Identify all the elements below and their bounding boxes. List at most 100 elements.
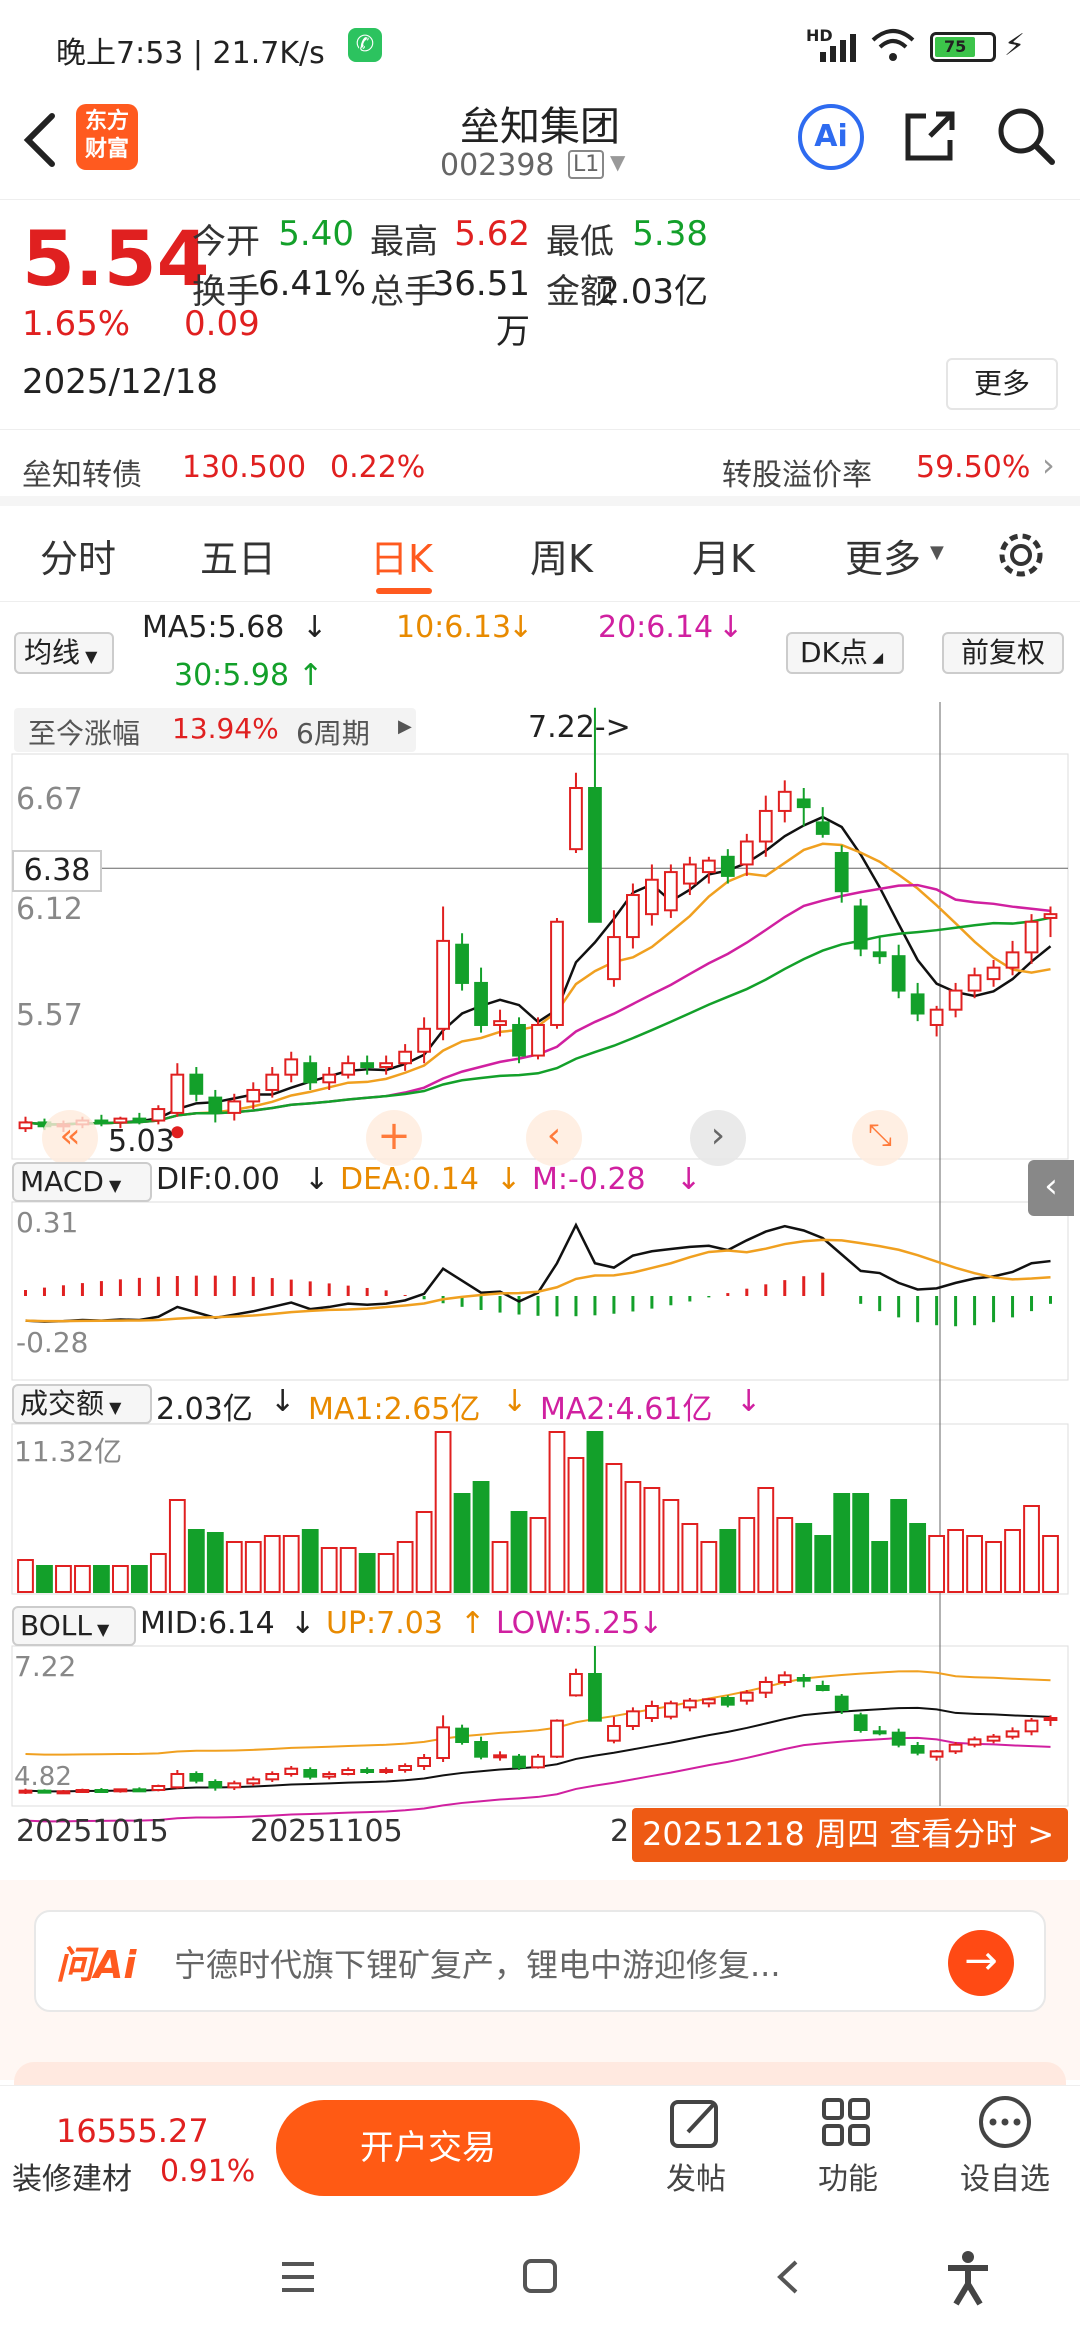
candle-body: [303, 1062, 318, 1084]
candle-body: [815, 821, 830, 835]
ma-selector[interactable]: 均线 ▼: [14, 632, 114, 674]
candle-body: [645, 878, 659, 916]
boll-candle-body: [872, 1730, 887, 1735]
charging-icon: ⚡: [1004, 28, 1026, 63]
volume-value: 2.03亿: [156, 1392, 253, 1427]
back-icon[interactable]: [18, 110, 62, 170]
volume-bar: [548, 1431, 566, 1593]
macd-selector-label: MACD: [20, 1165, 104, 1198]
range-strip[interactable]: 至今涨幅 13.94% 6周期 ▶: [14, 708, 416, 752]
ma-selector-label: 均线: [24, 636, 81, 669]
nav-back-icon[interactable]: [772, 2258, 802, 2296]
candle-body: [948, 989, 963, 1011]
scroll-right-icon[interactable]: ›: [690, 1110, 746, 1166]
boll-candle-body: [796, 1677, 811, 1682]
collapse-panel-icon[interactable]: ‹: [1028, 1160, 1074, 1216]
volume-bar: [472, 1481, 490, 1593]
accessibility-icon[interactable]: [944, 2250, 992, 2306]
tab-monthly-k[interactable]: 月K: [692, 528, 755, 583]
phone-icon: ✆: [348, 28, 382, 62]
home-icon[interactable]: [522, 2258, 558, 2294]
ma-legend: 均线 ▼ MA5:5.68 ↓ 10:6.13 ↓ 20:6.14 ↓ 30:5…: [0, 602, 1080, 702]
boll-selector[interactable]: BOLL ▼: [12, 1606, 136, 1646]
stat-value: 2.03亿: [598, 272, 708, 312]
stat-label: 换手: [192, 272, 260, 312]
volume-bar: [643, 1487, 661, 1593]
more-dots-icon: [979, 2096, 1031, 2148]
code-dropdown-icon[interactable]: ▼: [610, 150, 625, 174]
boll-candle-body: [132, 1788, 147, 1793]
ma10-value: 10:6.13: [396, 610, 512, 645]
dea-arrow: ↓: [496, 1162, 522, 1197]
date-tooltip[interactable]: 20251218 周四 查看分时 >: [632, 1808, 1068, 1862]
boll-candle-body: [75, 1789, 90, 1793]
dif-arrow: ↓: [304, 1162, 330, 1197]
watchlist-button[interactable]: 设自选: [950, 2094, 1060, 2204]
boll-mid: MID:6.14: [140, 1606, 275, 1641]
boll-candle-body: [967, 1738, 982, 1746]
volume-selector[interactable]: 成交额 ▼: [12, 1384, 152, 1424]
candle-body: [853, 905, 868, 950]
tab-intraday[interactable]: 分时: [40, 528, 116, 583]
candle-body: [739, 840, 754, 866]
volume-bar: [282, 1535, 300, 1593]
kline-chart-area[interactable]: 至今涨幅 13.94% 6周期 ▶ 7.22-> 6.67 6.38 6.12 …: [0, 702, 1080, 1862]
trade-button[interactable]: 开户交易: [276, 2100, 580, 2196]
macd-selector[interactable]: MACD ▼: [12, 1162, 152, 1202]
status-bar: 晚上7:53 | 21.7K/s ✆ HD 75 ⚡: [0, 0, 1080, 96]
menu-icon[interactable]: [280, 2260, 316, 2294]
stock-code: 002398: [440, 148, 555, 183]
boll-up-arrow: ↑: [460, 1606, 486, 1641]
macd-bottom: -0.28: [16, 1326, 89, 1359]
boll-top: 7.22: [14, 1650, 77, 1683]
ma20-value: 20:6.14: [598, 610, 714, 645]
stat-value: 5.40: [278, 214, 354, 254]
stat-label: 今开: [192, 222, 260, 262]
convertible-bond-row[interactable]: 垒知转债 130.500 0.22% 转股溢价率 59.50% ›: [0, 430, 1080, 506]
macd-top: 0.31: [16, 1206, 79, 1239]
arrow-right-icon[interactable]: →: [948, 1930, 1014, 1996]
ai-button[interactable]: Ai: [798, 104, 864, 170]
boll-selector-label: BOLL: [20, 1609, 92, 1642]
boll-bottom: 4.82: [14, 1762, 72, 1792]
settings-gear-icon[interactable]: [996, 530, 1046, 580]
more-button[interactable]: 更多: [946, 358, 1058, 410]
boll-candle-body: [758, 1681, 773, 1694]
macd-m: M:-0.28: [532, 1162, 646, 1197]
volume-bar: [453, 1493, 471, 1593]
tab-more[interactable]: 更多: [845, 528, 921, 583]
boll-candle-body: [1005, 1730, 1020, 1738]
volume-bar: [795, 1523, 813, 1593]
dk-point-button[interactable]: DK点 ◢: [786, 632, 904, 674]
scroll-left-fast-icon[interactable]: «: [42, 1110, 98, 1166]
boll-candle-body: [417, 1757, 431, 1767]
zoom-in-icon[interactable]: +: [366, 1110, 422, 1166]
fullscreen-icon[interactable]: ⤡: [852, 1110, 908, 1166]
volume-bar: [586, 1431, 604, 1593]
post-button[interactable]: 发帖: [656, 2094, 736, 2204]
boll-candle-body: [550, 1719, 564, 1758]
ask-ai-box[interactable]: 问Ai 宁德时代旗下锂矿复产，锂电中游迎修复... →: [34, 1910, 1046, 2012]
candle-body: [284, 1058, 299, 1076]
scroll-left-icon[interactable]: ‹: [526, 1110, 582, 1166]
date-label-1: 20251015: [16, 1814, 169, 1849]
tab-daily-k[interactable]: 日K: [370, 528, 433, 583]
volume-bar: [111, 1565, 129, 1593]
app-logo[interactable]: 东方 财富: [76, 104, 138, 170]
more-dropdown-icon: ▼: [930, 542, 944, 563]
tab-five-day[interactable]: 五日: [200, 528, 276, 583]
level-badge[interactable]: L1: [568, 150, 605, 179]
boll-low: LOW:5.25: [496, 1606, 641, 1641]
date-label-3: 2: [610, 1814, 630, 1849]
kline-chart[interactable]: [0, 702, 1080, 1862]
volume-bar: [738, 1517, 756, 1593]
function-button[interactable]: 功能: [808, 2094, 888, 2204]
share-icon[interactable]: [900, 106, 962, 168]
candle-body: [18, 1121, 33, 1130]
boll-candle-body: [739, 1691, 754, 1702]
tab-weekly-k[interactable]: 周K: [530, 528, 593, 583]
adjust-button[interactable]: 前复权: [942, 632, 1064, 674]
search-icon[interactable]: [994, 104, 1058, 168]
stock-header: 东方 财富 垒知集团 002398 L1 ▼ Ai: [0, 96, 1080, 200]
boll-candle-body: [1024, 1719, 1039, 1733]
